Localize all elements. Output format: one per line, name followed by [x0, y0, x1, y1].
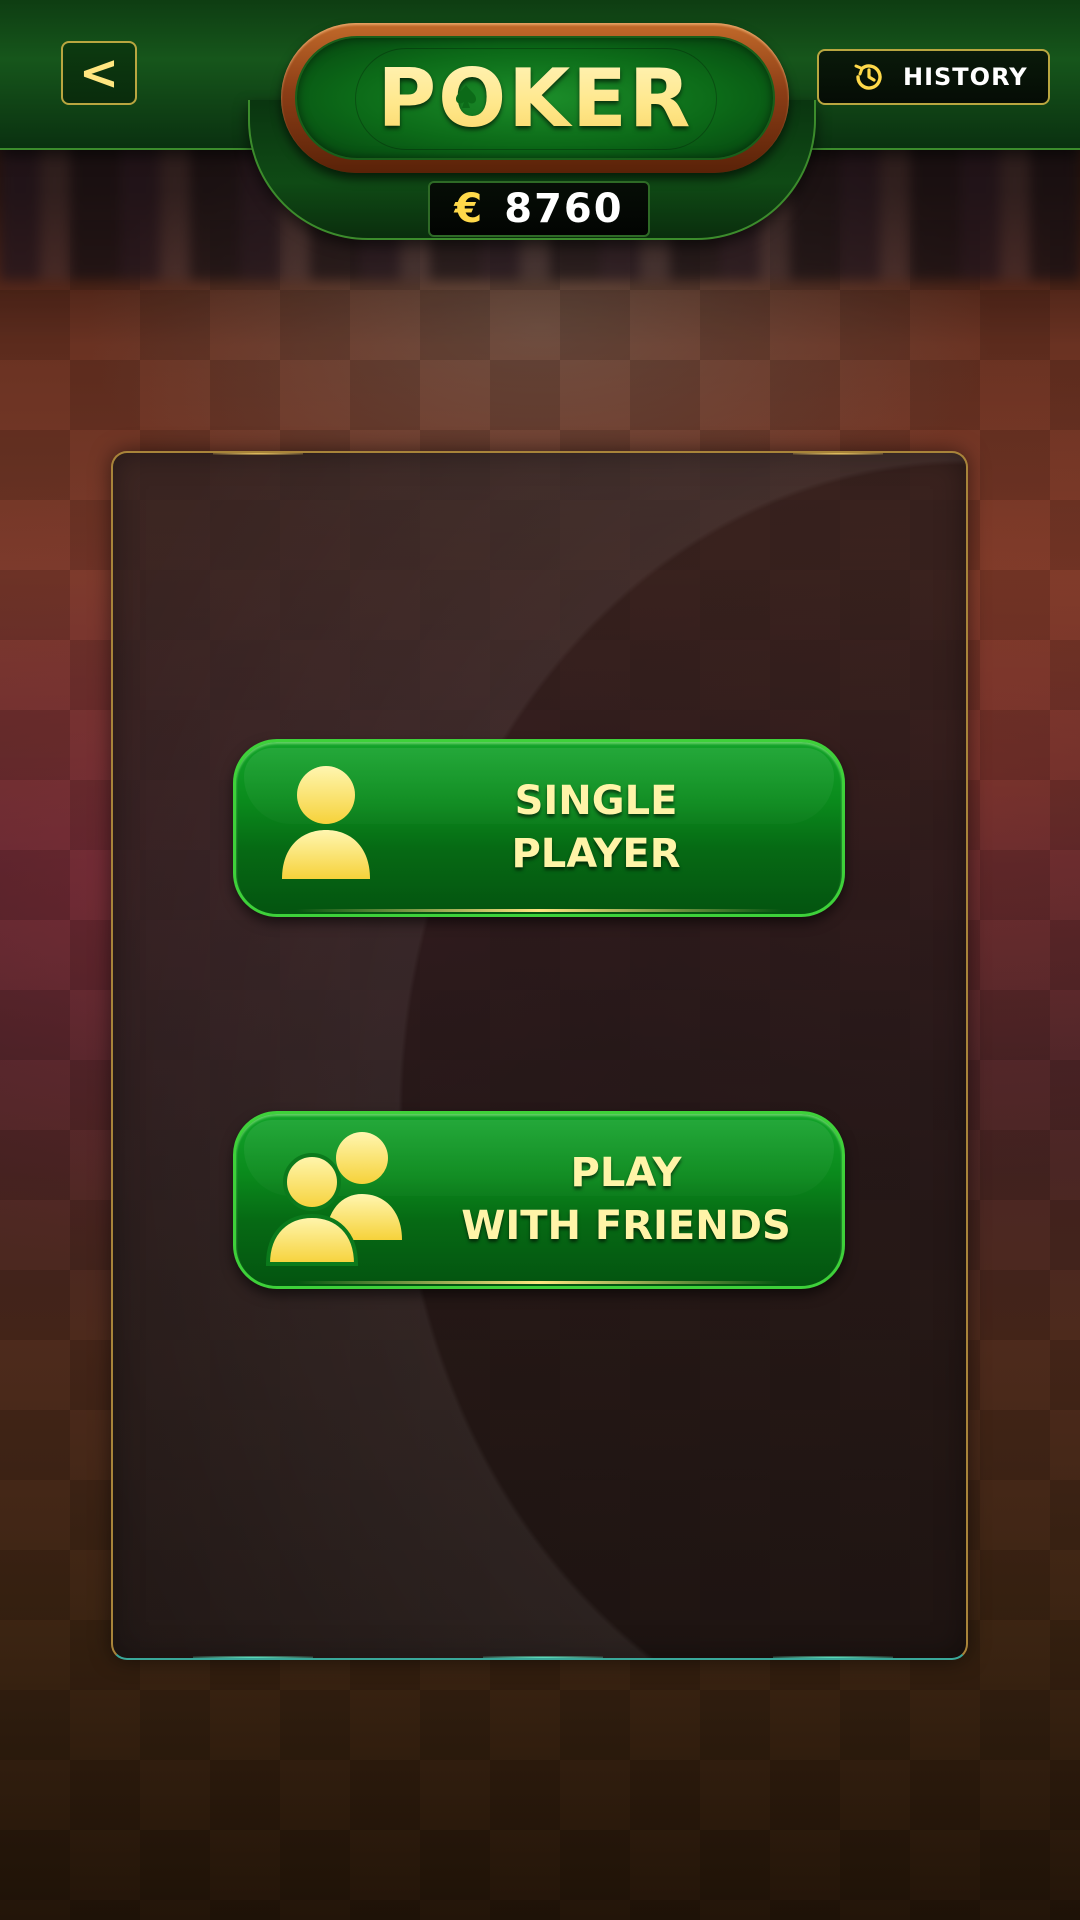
single-player-label-line2: PLAYER: [511, 831, 681, 877]
history-label: HISTORY: [903, 63, 1028, 91]
page-title: POKER: [281, 23, 789, 173]
panel-glow: [793, 453, 883, 455]
title-logo: POKER: [281, 23, 789, 173]
history-clock-icon: [854, 64, 882, 90]
play-with-friends-label: PLAY WITH FRIENDS: [426, 1114, 826, 1286]
single-player-label-line1: SINGLE: [514, 778, 678, 824]
balance-display: € 8760: [428, 181, 650, 237]
play-with-friends-label-line2: WITH FRIENDS: [461, 1203, 791, 1249]
balance-value: 8760: [504, 186, 624, 232]
spade-icon: [456, 85, 476, 108]
people-icon: [266, 1132, 402, 1266]
back-button[interactable]: <: [61, 41, 137, 105]
panel-gloss: [113, 453, 966, 1658]
panel-glow: [213, 453, 303, 455]
single-player-label: SINGLE PLAYER: [386, 742, 806, 914]
euro-icon: €: [454, 186, 483, 232]
panel-glow: [773, 1656, 893, 1658]
mode-select-panel: [111, 451, 968, 1660]
panel-glow: [193, 1656, 313, 1658]
chevron-left-icon: <: [78, 45, 120, 101]
history-button[interactable]: HISTORY: [817, 49, 1050, 105]
play-with-friends-button[interactable]: PLAY WITH FRIENDS: [233, 1111, 845, 1289]
play-with-friends-label-line1: PLAY: [570, 1150, 682, 1196]
person-icon: [282, 766, 370, 879]
panel-glow: [483, 1656, 603, 1658]
single-player-button[interactable]: SINGLE PLAYER: [233, 739, 845, 917]
